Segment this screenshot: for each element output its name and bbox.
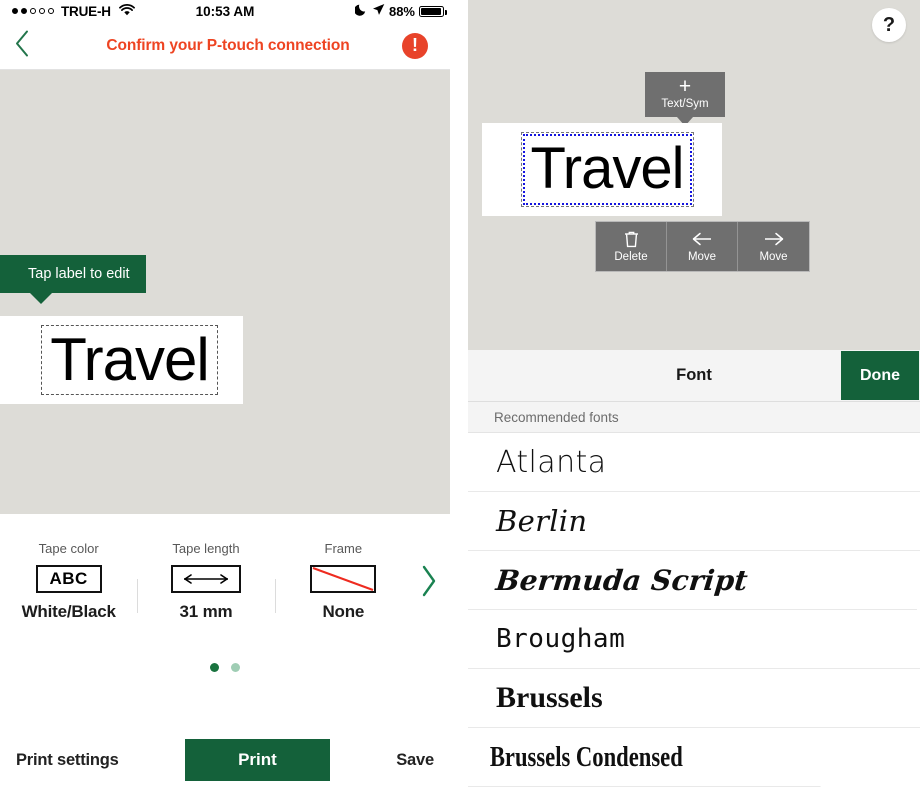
alert-glyph: ! [412,35,418,55]
label-text[interactable]: Travel [41,325,218,395]
plus-icon: + [678,75,692,98]
status-bar: TRUE-H 10:53 AM 88% [0,0,450,22]
print-settings-button[interactable]: Print settings [16,751,119,770]
location-arrow-icon [372,3,385,19]
label-editor-screen: TRUE-H 10:53 AM 88% Confirm your P-touch… [0,0,450,796]
page-indicator [0,644,450,690]
font-panel-header: Font Done [468,350,920,402]
recommended-fonts-header: Recommended fonts [468,402,920,433]
font-selection-screen: ? + Text/Sym Travel Delete Move Move Fon… [468,0,920,796]
setting-title: Frame [324,540,363,556]
setting-title: Tape color [38,540,99,556]
page-dot-2[interactable] [231,662,240,672]
setting-frame[interactable]: Frame None [274,540,412,622]
arrow-left-icon [667,228,737,250]
battery-icon [419,5,447,17]
font-list-item[interactable]: Berlin [468,492,920,551]
delete-button[interactable]: Delete [596,222,667,271]
done-button[interactable]: Done [841,351,919,400]
battery-percent: 88% [388,3,415,19]
moon-icon [354,3,368,19]
add-text-sym-button[interactable]: + Text/Sym [645,72,725,126]
move-left-label: Move [687,251,717,263]
carrier-name: TRUE-H [61,3,111,19]
trash-icon [596,228,666,250]
move-right-button[interactable]: Move [738,222,809,271]
chevron-left-icon[interactable] [14,29,30,62]
chevron-right-icon[interactable] [412,564,446,598]
alert-exclamation-icon[interactable]: ! [402,32,428,59]
setting-tape-color[interactable]: Tape color ABC White/Black [0,541,137,622]
move-left-button[interactable]: Move [667,222,738,271]
tape-color-icon: ABC [35,564,102,593]
app-root: TRUE-H 10:53 AM 88% Confirm your P-touch… [0,0,920,796]
font-list: Atlanta Berlin Bermuda Script Brougham B… [468,433,920,787]
label-tape-preview-right[interactable]: Travel [482,123,722,216]
tape-length-icon [170,564,241,593]
label-canvas[interactable]: Tap label to edit Travel [0,70,450,514]
setting-value: 31 mm [179,601,233,621]
font-list-item[interactable]: Brougham [468,610,920,669]
save-button[interactable]: Save [396,751,434,770]
arrow-right-icon [738,228,809,250]
tape-color-icon-text: ABC [49,568,88,588]
setting-value: None [322,601,365,621]
setting-title: Tape length [172,540,240,556]
status-bar-right: 88% [354,3,447,19]
label-canvas-right[interactable]: ? + Text/Sym Travel Delete Move Move [468,0,920,350]
frame-none-icon [310,564,377,593]
font-list-item[interactable]: Atlanta [468,433,920,492]
font-list-item[interactable]: Brussels [468,669,920,728]
print-button[interactable]: Print [184,739,330,781]
page-dot-1[interactable] [210,662,219,672]
signal-strength-icon [12,8,54,14]
label-tape-preview[interactable]: Travel [0,316,243,404]
tap-label-tooltip: Tap label to edit [0,255,146,304]
nav-bar: Confirm your P-touch connection ! [0,22,450,70]
move-right-label: Move [759,251,788,263]
help-glyph: ? [882,13,896,36]
page-title: Confirm your P-touch connection [106,36,350,54]
status-bar-left: TRUE-H [12,4,135,19]
setting-tape-length[interactable]: Tape length 31 mm [137,541,274,622]
delete-label: Delete [614,251,648,263]
bottom-action-bar: Print settings Print Save [0,724,450,796]
setting-value: White/Black [21,601,116,621]
question-mark-icon[interactable]: ? [872,8,906,42]
label-text-selected[interactable]: Travel [520,132,694,207]
object-toolbar: Delete Move Move [595,221,810,272]
wifi-icon [118,3,135,19]
font-list-item[interactable]: Brussels Condensed [468,728,821,787]
add-text-sym-label: Text/Sym [661,98,709,110]
panel-divider [450,0,468,796]
tape-settings-row: Tape color ABC White/Black Tape length 3… [0,514,450,644]
font-list-item[interactable]: Bermuda Script [468,551,920,610]
